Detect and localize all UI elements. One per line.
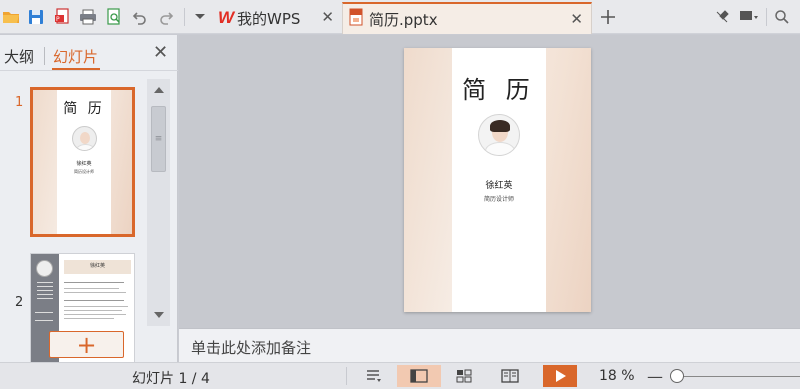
undo-icon[interactable] (130, 6, 150, 28)
slide-counter: 幻灯片 1 / 4 (132, 371, 210, 387)
play-slideshow-button[interactable] (543, 365, 577, 387)
thumb-title: 简 历 (63, 101, 105, 117)
message-icon[interactable] (738, 6, 760, 28)
normal-view-icon[interactable] (397, 365, 441, 387)
slide-title: 简 历 (462, 76, 536, 104)
tab-slides[interactable]: 幻灯片 (53, 46, 98, 67)
redo-icon[interactable] (156, 6, 176, 28)
zoom-out-button[interactable]: — (647, 367, 663, 386)
avatar (478, 114, 520, 156)
slide-thumbnail-1[interactable]: 简 历 徐红英 简历设计师 (30, 87, 135, 237)
slide-person-name: 徐红英 (485, 181, 513, 191)
zoom-slider-track[interactable] (676, 376, 800, 377)
open-folder-icon[interactable] (1, 6, 21, 28)
active-tab-indicator (52, 68, 100, 70)
slide-subtitle: 简历设计师 (483, 196, 514, 203)
zoom-slider-handle[interactable] (670, 369, 684, 383)
slide-canvas: 简 历 徐红英 简历设计师 (179, 35, 800, 328)
search-icon[interactable] (772, 6, 792, 28)
tab-document[interactable]: 简历.pptx ✕ (342, 2, 592, 34)
close-panel-icon[interactable]: ✕ (153, 42, 168, 63)
slide-center-panel: 简 历 徐红英 简历设计师 (452, 48, 546, 312)
scroll-down-icon[interactable] (147, 306, 170, 324)
print-preview-icon[interactable] (104, 6, 124, 28)
scrollbar-thumb[interactable]: ≡ (151, 106, 166, 172)
notes-placeholder: 单击此处添加备注 (191, 339, 312, 357)
new-tab-icon[interactable] (598, 6, 618, 28)
thumb-avatar (72, 126, 97, 151)
wps-logo-icon: W (218, 8, 235, 27)
slides-panel: 大纲 幻灯片 ✕ 1 简 历 徐红英 简历设计师 2 徐红英 ≡ + (0, 35, 178, 362)
title-tab-bar: P W 我的WPS ✕ 简历.pptx ✕ (0, 0, 800, 34)
thumb-subtitle: 简历设计师 (74, 169, 94, 174)
zoom-level: 18 % (599, 368, 635, 384)
chevron-down-icon[interactable] (190, 6, 210, 28)
close-icon[interactable]: ✕ (570, 12, 583, 27)
reading-view-icon[interactable] (488, 365, 532, 387)
thumb2-name: 徐红英 (89, 263, 105, 269)
pin-icon[interactable] (712, 6, 732, 28)
add-slide-button[interactable]: + (49, 331, 124, 358)
current-slide[interactable]: 简 历 徐红英 简历设计师 (404, 48, 591, 312)
status-bar: 幻灯片 1 / 4 18 % — (0, 362, 800, 389)
thumbnail-scrollbar[interactable]: ≡ (147, 79, 170, 326)
print-icon[interactable] (78, 6, 98, 28)
tab-document-label: 简历.pptx (369, 10, 438, 29)
ppt-file-icon (349, 8, 363, 30)
close-icon[interactable]: ✕ (321, 10, 334, 25)
tab-my-wps[interactable]: W 我的WPS ✕ (214, 2, 342, 34)
tab-my-wps-label: 我的WPS (237, 9, 301, 28)
slide-number: 1 (15, 95, 24, 110)
panel-tabs: 大纲 幻灯片 ✕ (0, 35, 178, 71)
svg-text:P: P (56, 16, 60, 23)
scroll-up-icon[interactable] (147, 81, 170, 99)
tab-outline[interactable]: 大纲 (4, 46, 34, 67)
slide-number: 2 (15, 295, 24, 310)
notes-pane[interactable]: 单击此处添加备注 (179, 328, 800, 362)
slide-sorter-icon[interactable] (442, 365, 486, 387)
save-icon[interactable] (26, 6, 46, 28)
thumb-name: 徐红英 (76, 161, 92, 167)
slide-thumbnail-list: 1 简 历 徐红英 简历设计师 2 徐红英 (0, 79, 146, 362)
export-pdf-icon[interactable]: P (52, 6, 72, 28)
notes-toggle-icon[interactable] (352, 365, 396, 387)
